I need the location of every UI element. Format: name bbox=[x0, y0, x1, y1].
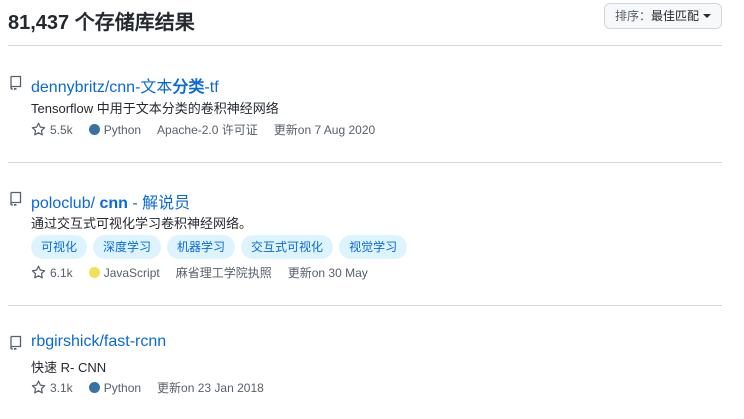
star-count-value: 3.1k bbox=[50, 380, 73, 395]
repo-icon bbox=[10, 191, 22, 207]
repo-title-suffix: -tf bbox=[204, 79, 219, 96]
repo-title-highlight: 分类 bbox=[172, 79, 205, 96]
repo-description: Tensorflow 中用于文本分类的卷积神经网络 bbox=[31, 101, 279, 116]
sort-label: 排序： bbox=[614, 9, 651, 23]
repo-item: rbgirshick/fast-rcnn 快速 R- CNN 3.1k Pyth… bbox=[8, 333, 722, 413]
repo-updated: 更新on 7 Aug 2020 bbox=[273, 123, 376, 137]
repo-updated: 更新on 30 May bbox=[287, 266, 368, 280]
repo-meta: 3.1k Python 更新on 23 Jan 2018 bbox=[31, 379, 264, 396]
result-count: 81,437 个存储库结果 bbox=[8, 12, 195, 34]
language-name: Python bbox=[103, 380, 142, 395]
repo-title-text: dennybritz/cnn-文本 bbox=[31, 79, 173, 96]
repo-language: Python bbox=[88, 122, 142, 137]
star-count[interactable]: 3.1k bbox=[31, 380, 73, 395]
repo-license: 麻省理工学院执照 bbox=[175, 266, 272, 280]
caret-down-icon bbox=[703, 13, 711, 18]
repo-icon bbox=[10, 75, 22, 91]
repo-updated: 更新on 23 Jan 2018 bbox=[157, 381, 264, 395]
repo-title-text: poloclub/ bbox=[31, 195, 100, 212]
topic-tag[interactable]: 视觉学习 bbox=[339, 235, 408, 259]
repo-title-link[interactable]: rbgirshick/fast-rcnn bbox=[31, 333, 166, 351]
repo-license: Apache-2.0 许可证 bbox=[157, 123, 258, 137]
repo-description: 快速 R- CNN bbox=[31, 360, 107, 375]
repo-meta: 5.5k Python Apache-2.0 许可证 更新on 7 Aug 20… bbox=[31, 121, 375, 138]
topic-list: 可视化 深度学习 机器学习 交互式可视化 视觉学习 bbox=[31, 235, 408, 259]
language-color-dot bbox=[88, 124, 100, 135]
language-color-dot bbox=[88, 267, 100, 278]
repo-title-link[interactable]: poloclub/ cnn - 解说员 bbox=[31, 189, 190, 213]
repo-description: 通过交互式可视化学习卷积神经网络。 bbox=[31, 216, 253, 231]
star-icon bbox=[31, 265, 46, 279]
repo-meta: 6.1k JavaScript 麻省理工学院执照 更新on 30 May bbox=[31, 264, 368, 281]
topic-tag[interactable]: 深度学习 bbox=[93, 235, 162, 259]
sort-dropdown-button[interactable]: 排序：最佳匹配 bbox=[603, 3, 722, 29]
sort-value: 最佳匹配 bbox=[650, 9, 699, 23]
language-name: Python bbox=[103, 122, 142, 137]
results-header: 81,437 个存储库结果 排序：最佳匹配 bbox=[8, 0, 722, 46]
repo-item: poloclub/ cnn - 解说员 通过交互式可视化学习卷积神经网络。 可视… bbox=[8, 189, 722, 306]
repo-title-text: rbgirshick/fast-rcnn bbox=[31, 333, 167, 350]
language-color-dot bbox=[88, 382, 100, 393]
star-icon bbox=[31, 122, 46, 136]
repo-language: JavaScript bbox=[88, 265, 160, 280]
repo-item: dennybritz/cnn-文本分类-tf Tensorflow 中用于文本分… bbox=[8, 73, 722, 163]
topic-tag[interactable]: 机器学习 bbox=[167, 235, 236, 259]
repo-title-highlight: cnn bbox=[99, 195, 128, 212]
star-count[interactable]: 5.5k bbox=[31, 122, 73, 137]
language-name: JavaScript bbox=[103, 265, 160, 280]
repo-language: Python bbox=[88, 380, 142, 395]
star-count-value: 6.1k bbox=[50, 265, 73, 280]
repo-title-suffix: - 解说员 bbox=[127, 195, 191, 212]
star-count-value: 5.5k bbox=[50, 122, 73, 137]
star-icon bbox=[31, 380, 46, 394]
topic-tag[interactable]: 交互式可视化 bbox=[241, 235, 334, 259]
repo-title-link[interactable]: dennybritz/cnn-文本分类-tf bbox=[31, 73, 219, 97]
star-count[interactable]: 6.1k bbox=[31, 265, 73, 280]
repo-icon bbox=[10, 335, 22, 351]
topic-tag[interactable]: 可视化 bbox=[31, 235, 88, 259]
